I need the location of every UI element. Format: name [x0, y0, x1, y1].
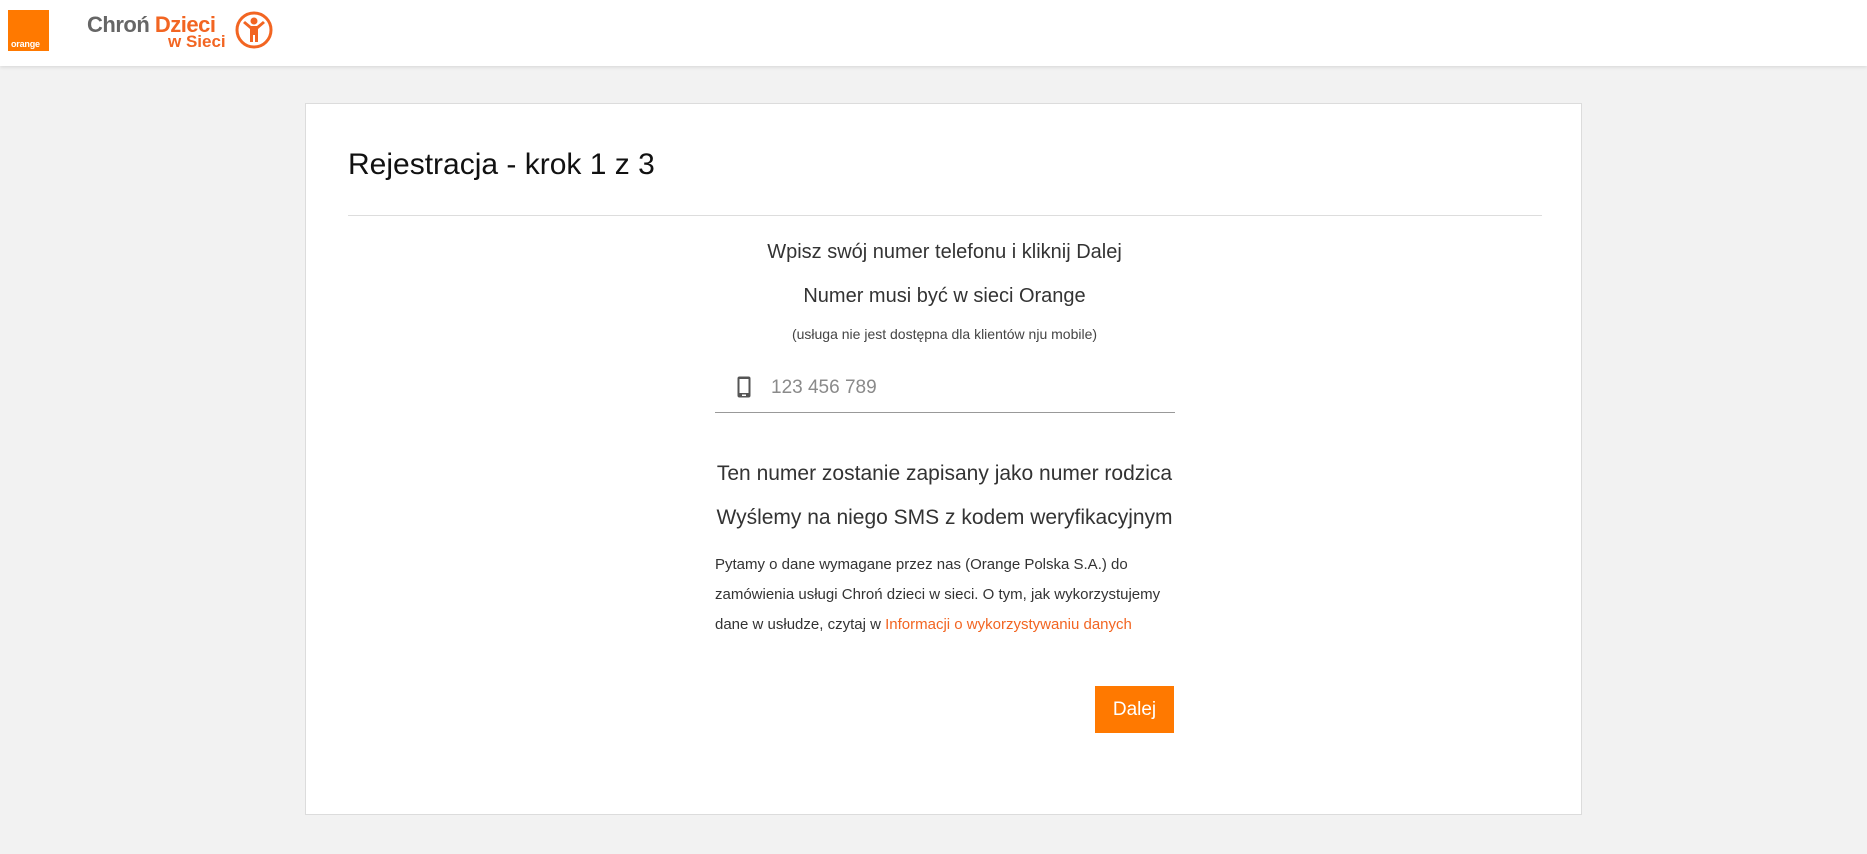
- privacy-notice: Pytamy o dane wymagane przez nas (Orange…: [715, 550, 1175, 640]
- parent-number-info: Ten numer zostanie zapisany jako numer r…: [716, 462, 1173, 485]
- page-title: Rejestracja - krok 1 z 3: [348, 148, 655, 181]
- sms-verification-info: Wyślemy na niego SMS z kodem weryfikacyj…: [716, 506, 1173, 529]
- registration-card: Rejestracja - krok 1 z 3 Wpisz swój nume…: [305, 103, 1582, 815]
- phone-field[interactable]: [715, 366, 1175, 413]
- instruction-text: Wpisz swój numer telefonu i kliknij Dale…: [767, 241, 1122, 263]
- orange-logo[interactable]: orange: [8, 10, 49, 51]
- chron-dzieci-logo[interactable]: Chroń Dzieci w Sieci: [87, 8, 287, 56]
- next-button[interactable]: Dalej: [1095, 686, 1174, 733]
- top-header: orange Chroń Dzieci w Sieci: [0, 0, 1867, 66]
- title-divider: [348, 215, 1542, 216]
- data-usage-info-link[interactable]: Informacji o wykorzystywaniu danych: [885, 616, 1132, 633]
- network-requirement-text: Numer musi być w sieci Orange: [803, 285, 1086, 307]
- mobile-phone-icon: [737, 376, 751, 398]
- brand-part-chron: Chroń: [87, 12, 150, 37]
- phone-number-input[interactable]: [771, 374, 1161, 402]
- nju-mobile-note: (usługa nie jest dostępna dla klientów n…: [791, 326, 1098, 342]
- family-figure-icon: [235, 11, 273, 49]
- orange-logo-text: orange: [11, 39, 40, 49]
- brand-part-w-sieci: w Sieci: [168, 32, 226, 51]
